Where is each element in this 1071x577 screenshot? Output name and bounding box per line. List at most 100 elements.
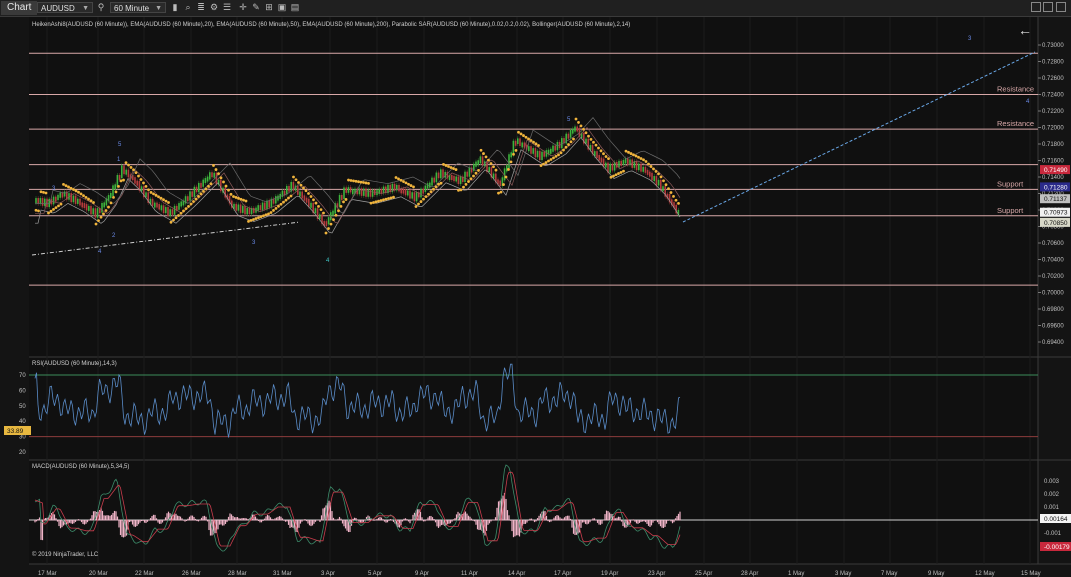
macd-histogram-bar <box>608 512 611 521</box>
macd-histogram-bar <box>205 516 207 521</box>
macd-histogram-bar <box>217 520 219 530</box>
macd-histogram-bar <box>374 519 377 521</box>
macd-axis-label: 0.001 <box>1044 505 1060 511</box>
macd-histogram-bar <box>287 520 290 525</box>
macd-histogram-bar <box>68 520 71 523</box>
ha-bar <box>160 205 163 211</box>
macd-histogram-bar <box>307 520 309 524</box>
ha-bar <box>561 138 563 149</box>
sar-dot <box>169 220 173 224</box>
sar-dot <box>347 178 350 182</box>
ha-bar <box>407 190 409 196</box>
ha-bar <box>83 203 86 209</box>
sar-dot <box>492 165 495 169</box>
sar-dot <box>637 155 640 159</box>
sar-dot <box>249 219 253 222</box>
sar-dot <box>137 174 140 178</box>
macd-histogram-bar <box>377 517 380 521</box>
macd-histogram-bar <box>181 518 183 521</box>
macd-histogram-bar <box>406 519 408 521</box>
macd-histogram-bar <box>637 520 639 524</box>
macd-histogram-bar <box>674 518 677 521</box>
ha-bar <box>352 189 354 195</box>
ha-bar <box>239 204 242 213</box>
macd-histogram-bar <box>379 516 381 521</box>
sar-dot <box>584 131 588 135</box>
ha-bar <box>202 179 204 187</box>
sar-dot <box>582 127 585 131</box>
macd-histogram-bar <box>116 516 119 521</box>
price-axis-label: 0.70400 <box>1042 258 1064 264</box>
ha-bar <box>543 151 545 157</box>
sar-dot <box>329 222 333 226</box>
macd-histogram-bar <box>391 519 393 521</box>
macd-histogram-bar <box>668 519 671 521</box>
sar-dot <box>622 169 625 173</box>
macd-histogram-bar <box>568 515 570 521</box>
macd-histogram-bar <box>154 514 156 521</box>
sar-dot <box>317 204 320 208</box>
macd-histogram-bar <box>334 519 336 521</box>
ha-bar <box>151 198 154 206</box>
macd-histogram-bar <box>202 516 204 521</box>
ha-bar <box>332 210 334 216</box>
price-level-label: Resistance <box>997 119 1034 128</box>
back-arrow-icon[interactable]: ← <box>1018 23 1032 37</box>
macd-histogram-bar <box>298 520 300 528</box>
ha-bar <box>140 186 143 192</box>
macd-histogram-bar <box>103 515 105 521</box>
macd-histogram-bar <box>512 520 515 538</box>
sar-dot <box>534 142 538 146</box>
sar-dot <box>569 140 573 144</box>
sar-dot <box>159 196 163 200</box>
sar-dot <box>162 198 165 202</box>
sar-dot <box>64 184 68 188</box>
macd-histogram-bar <box>277 516 279 521</box>
price-level-label: Support <box>997 179 1024 188</box>
x-axis-label: 19 Apr <box>601 571 618 577</box>
macd-histogram-bar <box>104 515 107 521</box>
sar-dot <box>269 211 273 214</box>
macd-histogram-bar <box>362 520 365 522</box>
macd-histogram-bar <box>262 520 264 522</box>
ha-bar <box>453 175 455 182</box>
sar-dot <box>234 196 238 199</box>
ha-bar <box>631 159 633 168</box>
sar-dot <box>127 163 130 167</box>
sar-dot <box>292 175 295 179</box>
sar-dot <box>519 132 523 136</box>
sar-dot <box>514 149 518 152</box>
sar-dot <box>187 205 190 208</box>
ha-bar <box>409 190 411 199</box>
x-axis-label: 7 May <box>881 571 897 577</box>
macd-histogram-bar <box>422 520 425 522</box>
sar-dot <box>662 179 665 183</box>
chart-canvas[interactable]: ResistanceResistanceSupportSupport 34512… <box>0 0 1071 577</box>
x-axis-label: 11 Apr <box>461 571 478 577</box>
macd-histogram-bar <box>335 519 338 521</box>
macd-histogram-bar <box>676 515 678 521</box>
sar-dot <box>297 181 300 184</box>
sar-dot <box>359 180 363 184</box>
macd-histogram-bar <box>665 520 668 524</box>
macd-histogram-bar <box>266 514 269 521</box>
macd-histogram-bar <box>244 517 246 521</box>
ha-bar <box>259 205 262 211</box>
sar-dot <box>604 155 608 158</box>
macd-value: 0.00164 <box>1044 516 1068 523</box>
macd-histogram-bar <box>581 520 584 523</box>
sar-dot <box>199 192 203 196</box>
macd-histogram-bar <box>631 519 633 521</box>
sar-dot <box>432 187 435 191</box>
ha-bar <box>644 166 647 173</box>
ha-bar <box>261 202 264 211</box>
sar-dot <box>62 182 65 186</box>
macd-histogram-bar <box>634 520 636 522</box>
ha-bar <box>530 146 532 154</box>
sar-dot <box>42 190 45 194</box>
macd-histogram-bar <box>256 518 258 521</box>
sar-dot <box>367 181 370 185</box>
sar-dot <box>452 167 455 170</box>
macd-histogram-bar <box>83 520 86 525</box>
macd-histogram-bar <box>152 514 155 521</box>
